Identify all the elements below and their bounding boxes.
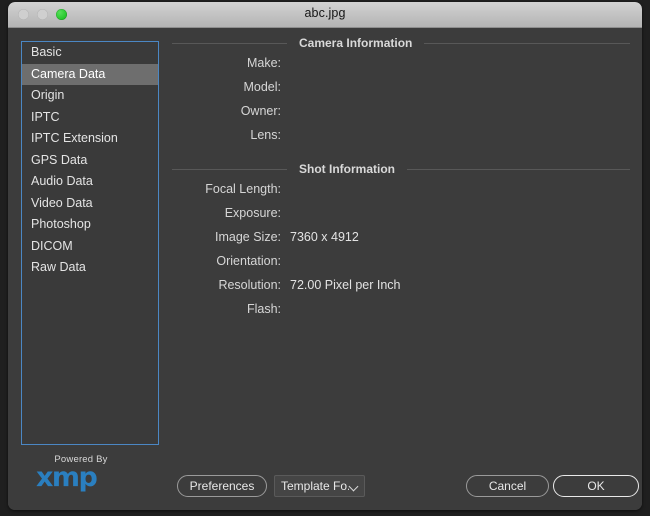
sidebar-item-label: Photoshop	[31, 217, 91, 231]
template-folder-dropdown[interactable]: Template Fo...	[274, 475, 365, 497]
field-label: Model:	[168, 80, 281, 94]
section-header: Shot Information	[168, 162, 634, 176]
category-list[interactable]: Basic Camera Data Origin IPTC IPTC Extension…	[21, 41, 159, 445]
field-value[interactable]: 72.00 Pixel per Inch	[290, 278, 401, 292]
metadata-field-row: Model:	[168, 80, 634, 104]
window-titlebar: abc.jpg	[8, 2, 642, 28]
field-label: Lens:	[168, 128, 281, 142]
metadata-field-row: Resolution: 72.00 Pixel per Inch	[168, 278, 634, 302]
metadata-field-row: Flash:	[168, 302, 634, 326]
sidebar-item-label: Camera Data	[31, 67, 105, 81]
sidebar-item-raw-data[interactable]: Raw Data	[22, 257, 158, 279]
window-body: Basic Camera Data Origin IPTC IPTC Extension…	[8, 28, 642, 510]
metadata-field-row: Make:	[168, 56, 634, 80]
sidebar-item-camera-data[interactable]: Camera Data	[22, 64, 158, 86]
sidebar-item-label: GPS Data	[31, 153, 87, 167]
sidebar-item-label: Video Data	[31, 196, 93, 210]
section-title: Shot Information	[287, 162, 407, 176]
sidebar-item-label: Raw Data	[31, 260, 86, 274]
field-label: Orientation:	[168, 254, 281, 268]
field-label: Flash:	[168, 302, 281, 316]
metadata-field-row: Exposure:	[168, 206, 634, 230]
sidebar-item-video-data[interactable]: Video Data	[22, 193, 158, 215]
field-label: Image Size:	[168, 230, 281, 244]
sidebar-item-label: Audio Data	[31, 174, 93, 188]
sidebar-item-label: DICOM	[31, 239, 73, 253]
sidebar-item-basic[interactable]: Basic	[22, 42, 158, 64]
preferences-button[interactable]: Preferences	[177, 475, 267, 497]
cancel-button[interactable]: Cancel	[466, 475, 549, 497]
field-list: Make: Model: Owner: Lens:	[168, 56, 634, 152]
sidebar-item-gps-data[interactable]: GPS Data	[22, 150, 158, 172]
field-label: Make:	[168, 56, 281, 70]
chevron-down-icon	[349, 482, 358, 491]
sidebar-item-label: IPTC Extension	[31, 131, 118, 145]
metadata-field-row: Lens:	[168, 128, 634, 152]
metadata-field-row: Focal Length:	[168, 182, 634, 206]
metadata-field-row: Orientation:	[168, 254, 634, 278]
sidebar-item-dicom[interactable]: DICOM	[22, 236, 158, 258]
sidebar-item-origin[interactable]: Origin	[22, 85, 158, 107]
dialog-footer: Preferences Template Fo... Cancel OK	[8, 472, 642, 502]
section-header: Camera Information	[168, 36, 634, 50]
section-title: Camera Information	[287, 36, 424, 50]
sidebar-item-label: Basic	[31, 45, 62, 59]
sidebar-item-label: IPTC	[31, 110, 59, 124]
template-folder-dropdown-label: Template Fo...	[281, 479, 349, 493]
xmp-file-info-window: abc.jpg Basic Camera Data Origin IPTC IPTC E…	[8, 2, 642, 510]
sidebar-item-iptc-extension[interactable]: IPTC Extension	[22, 128, 158, 150]
sidebar-item-iptc[interactable]: IPTC	[22, 107, 158, 129]
field-list: Focal Length: Exposure: Image Size: 7360 x …	[168, 182, 634, 326]
field-label: Resolution:	[168, 278, 281, 292]
metadata-field-row: Image Size: 7360 x 4912	[168, 230, 634, 254]
metadata-field-row: Owner:	[168, 104, 634, 128]
section-rule-left	[172, 169, 287, 170]
window-title: abc.jpg	[8, 6, 642, 20]
field-value[interactable]: 7360 x 4912	[290, 230, 359, 244]
field-label: Owner:	[168, 104, 281, 118]
ok-button[interactable]: OK	[553, 475, 639, 497]
sidebar-item-audio-data[interactable]: Audio Data	[22, 171, 158, 193]
field-label: Exposure:	[168, 206, 281, 220]
metadata-panel: Camera Information Make: Model: Owner: Lens:…	[168, 34, 634, 451]
sidebar-item-photoshop[interactable]: Photoshop	[22, 214, 158, 236]
field-label: Focal Length:	[168, 182, 281, 196]
section-rule-left	[172, 43, 287, 44]
sidebar-item-label: Origin	[31, 88, 64, 102]
section-rule-right	[424, 43, 630, 44]
section-rule-right	[407, 169, 630, 170]
